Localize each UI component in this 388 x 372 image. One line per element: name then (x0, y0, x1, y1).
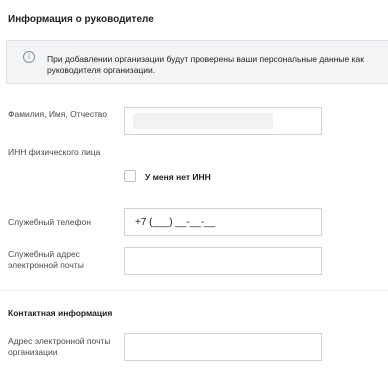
org-email-input[interactable] (124, 333, 322, 361)
info-icon: i (23, 51, 35, 63)
contact-section-title: Контактная информация (8, 308, 113, 318)
org-email-label: Адрес электронной почты организации (8, 336, 111, 357)
work-phone-label: Служебный телефон (8, 217, 91, 227)
notice-text: При добавлении организации будут провере… (47, 54, 364, 75)
no-inn-label[interactable]: У меня нет ИНН (145, 172, 211, 182)
work-phone-input[interactable]: +7 (___) __-__-__ (124, 208, 322, 236)
manager-section-title: Информация о руководителе (8, 14, 154, 25)
full-name-input[interactable] (124, 107, 322, 135)
work-email-label: Служебный адрес электронной почты (8, 249, 84, 270)
no-inn-checkbox[interactable] (124, 170, 136, 182)
notice-banner: i При добавлении организации будут прове… (6, 40, 388, 84)
full-name-label: Фамилия, Имя, Отчество (8, 109, 108, 119)
work-email-input[interactable] (124, 247, 322, 275)
section-divider (0, 290, 388, 291)
organization-form: Информация о руководителе i При добавлен… (0, 0, 388, 372)
redacted-name (133, 113, 273, 129)
inn-label: ИНН физического лица (8, 147, 101, 157)
work-phone-value: +7 (___) __-__-__ (135, 217, 216, 228)
